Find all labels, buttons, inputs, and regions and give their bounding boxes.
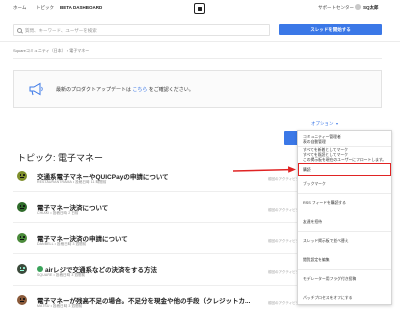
menu-item-auto-manage[interactable]: 表の自動管理 [303, 140, 326, 145]
menu-item-batch-process-off[interactable]: パッチプロセスをオフにする [303, 296, 352, 301]
breadcrumb-separator: › [66, 48, 69, 53]
topic-meta: CHIAKI • 投稿日時 2 日前 [37, 211, 79, 215]
search-placeholder: 質問、キーワード、ユーザーを検索 [25, 27, 97, 33]
announcement-text: 最新のプロダクトアップデートは こちら をご確認ください。 [56, 87, 194, 93]
announcement-link[interactable]: こちら [132, 87, 147, 93]
menu-item-sort-threads[interactable]: スレッド掲示板で並べ替え [303, 239, 349, 244]
menu-item-rss[interactable]: RSS フィードを購読する [303, 201, 346, 206]
search-input[interactable]: 質問、キーワード、ユーザーを検索 [13, 24, 270, 36]
menu-divider [298, 269, 391, 270]
breadcrumb: Squareコミュニティ（日本） › 電子マネー [13, 48, 89, 54]
breadcrumb-root[interactable]: Squareコミュニティ（日本） [13, 48, 66, 53]
author-avatar[interactable] [17, 233, 27, 243]
user-avatar[interactable] [355, 4, 361, 10]
menu-item-bookmark[interactable]: ブックマーク [303, 182, 326, 187]
solved-check-icon [37, 266, 43, 278]
topic-meta: DANBELL • 投稿日時 3 週間前 [37, 242, 87, 246]
page-title: トピック: 電子マネー [17, 153, 104, 163]
start-thread-button[interactable]: スレッドを開始する [279, 24, 382, 35]
menu-item-view-settings[interactable]: 閲覧設定を編集 [303, 258, 330, 263]
announcement-banner: 最新のプロダクトアップデートは こちら をご確認ください。 [13, 70, 382, 108]
options-menu: コミュニティー管理者 表の自動管理 すべてを新着としてマーク すべてを既読として… [297, 130, 392, 305]
breadcrumb-current: 電子マネー [69, 48, 90, 53]
author-avatar[interactable] [17, 171, 27, 181]
breadcrumb-divider [13, 58, 382, 59]
nav-beta-dashboard[interactable]: BETA DASHBOARD [60, 5, 102, 10]
topic-meta: MATSU • 投稿日時 3 週間前 [37, 304, 83, 308]
menu-divider [298, 231, 391, 232]
square-logo[interactable] [194, 3, 205, 14]
nav-topics[interactable]: トピック [36, 5, 54, 11]
menu-item-moderator-flags[interactable]: モデレーター用フラグ付き投稿 [303, 277, 356, 282]
nav-home[interactable]: ホーム [13, 5, 26, 11]
author-avatar[interactable] [17, 202, 27, 212]
megaphone-icon [29, 82, 43, 96]
menu-item-float-board[interactable]: この掲示板を現在のユーザーにフロートします。 [303, 158, 386, 163]
author-avatar[interactable] [17, 295, 27, 305]
header-divider [0, 41, 400, 42]
topic-meta: RESTAURANTRAMA • 投稿日時 11 時間前 [37, 180, 107, 184]
topic-meta: SQUARE • 投稿日時 3 週間前 [37, 273, 86, 277]
search-icon [17, 27, 22, 33]
author-avatar[interactable] [17, 264, 27, 274]
menu-item-invite-friend[interactable]: 友達を招待 [303, 220, 322, 225]
menu-divider [298, 193, 391, 194]
options-dropdown-toggle[interactable]: オプション [311, 121, 338, 127]
annotation-highlight-box [298, 163, 391, 176]
support-center-link[interactable]: サポートセンター [318, 5, 354, 11]
menu-item-community-admin[interactable]: コミュニティー管理者 [303, 135, 341, 140]
chevron-down-icon [335, 122, 338, 125]
user-name[interactable]: SQ太郎 [363, 5, 379, 11]
